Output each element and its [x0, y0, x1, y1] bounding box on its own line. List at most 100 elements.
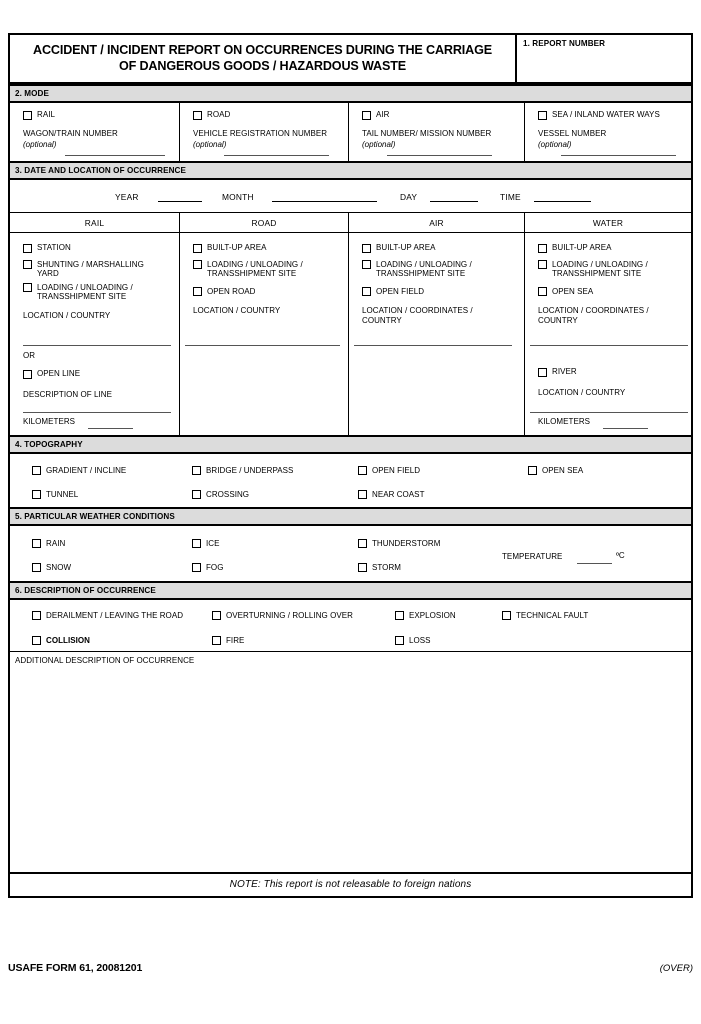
- occurrence-derailment[interactable]: DERAILMENT / LEAVING THE ROAD: [32, 611, 183, 621]
- checkbox-icon[interactable]: [538, 260, 547, 270]
- checkbox-icon[interactable]: [192, 539, 201, 549]
- topography-open-sea[interactable]: OPEN SEA: [528, 466, 583, 476]
- mode-checkbox-road[interactable]: ROAD: [193, 110, 340, 120]
- weather-snow[interactable]: SNOW: [32, 563, 71, 573]
- rail-description-input[interactable]: [23, 412, 171, 414]
- occurrence-explosion[interactable]: EXPLOSION: [395, 611, 456, 621]
- air-option-built-up-area[interactable]: BUILT-UP AREA: [362, 243, 515, 253]
- topography-open-field[interactable]: OPEN FIELD: [358, 466, 420, 476]
- location-column-air: BUILT-UP AREA LOADING / UNLOADING / TRAN…: [349, 233, 525, 436]
- checkbox-icon[interactable]: [538, 243, 547, 253]
- mode-input-road[interactable]: [224, 155, 329, 157]
- air-location-input[interactable]: [354, 345, 512, 347]
- checkbox-icon[interactable]: [32, 636, 41, 646]
- checkbox-icon[interactable]: [362, 243, 371, 253]
- rail-kilometers-input[interactable]: [88, 428, 133, 430]
- checkbox-icon[interactable]: [193, 287, 202, 297]
- weather-rain[interactable]: RAIN: [32, 539, 65, 549]
- checkbox-icon[interactable]: [23, 283, 32, 293]
- checkbox-icon[interactable]: [362, 260, 371, 270]
- checkbox-icon[interactable]: [538, 110, 547, 120]
- topography-near-coast[interactable]: NEAR COAST: [358, 490, 425, 500]
- air-option-label: LOADING / UNLOADING / TRANSSHIPMENT SITE: [376, 259, 472, 279]
- checkbox-icon[interactable]: [502, 611, 511, 621]
- mode-checkbox-air[interactable]: AIR: [362, 110, 516, 120]
- checkbox-icon[interactable]: [538, 287, 547, 297]
- rail-location-input[interactable]: [23, 345, 171, 347]
- checkbox-icon[interactable]: [362, 287, 371, 297]
- road-option-built-up-area[interactable]: BUILT-UP AREA: [193, 243, 339, 253]
- day-label: DAY: [400, 192, 418, 203]
- checkbox-icon[interactable]: [358, 490, 367, 500]
- checkbox-icon[interactable]: [212, 611, 221, 621]
- water-location-input[interactable]: [530, 345, 688, 347]
- checkbox-icon[interactable]: [395, 636, 404, 646]
- rail-option-shunting-yard[interactable]: SHUNTING / MARSHALLING YARD: [23, 260, 170, 279]
- air-option-open-field[interactable]: OPEN FIELD: [362, 287, 515, 297]
- checkbox-icon[interactable]: [193, 260, 202, 270]
- rail-option-station[interactable]: STATION: [23, 243, 170, 253]
- air-option-loading-site[interactable]: LOADING / UNLOADING / TRANSSHIPMENT SITE: [362, 260, 515, 279]
- occurrence-technical-fault[interactable]: TECHNICAL FAULT: [502, 611, 588, 621]
- checkbox-icon[interactable]: [32, 611, 41, 621]
- weather-thunderstorm[interactable]: THUNDERSTORM: [358, 539, 440, 549]
- checkbox-icon[interactable]: [193, 110, 202, 120]
- checkbox-icon[interactable]: [358, 563, 367, 573]
- road-option-open-road[interactable]: OPEN ROAD: [193, 287, 339, 297]
- topography-tunnel[interactable]: TUNNEL: [32, 490, 78, 500]
- water-option-loading-site[interactable]: LOADING / UNLOADING / TRANSSHIPMENT SITE: [538, 260, 682, 279]
- checkbox-icon[interactable]: [32, 490, 41, 500]
- checkbox-icon[interactable]: [32, 539, 41, 549]
- additional-description-area[interactable]: ADDITIONAL DESCRIPTION OF OCCURRENCE: [10, 652, 691, 875]
- road-location-input[interactable]: [185, 345, 340, 347]
- weather-storm[interactable]: STORM: [358, 563, 401, 573]
- year-input[interactable]: [158, 201, 202, 203]
- additional-description-input[interactable]: [15, 670, 686, 868]
- checkbox-icon[interactable]: [23, 243, 32, 253]
- checkbox-icon[interactable]: [212, 636, 221, 646]
- topography-gradient-incline[interactable]: GRADIENT / INCLINE: [32, 466, 126, 476]
- occurrence-loss[interactable]: LOSS: [395, 636, 431, 646]
- report-number-value[interactable]: [523, 48, 685, 70]
- checkbox-icon[interactable]: [23, 110, 32, 120]
- checkbox-icon[interactable]: [192, 563, 201, 573]
- month-input[interactable]: [272, 201, 377, 203]
- checkbox-icon[interactable]: [362, 110, 371, 120]
- occurrence-overturning[interactable]: OVERTURNING / ROLLING OVER: [212, 611, 353, 621]
- checkbox-icon[interactable]: [32, 466, 41, 476]
- rail-option-loading-site[interactable]: LOADING / UNLOADING / TRANSSHIPMENT SITE: [23, 283, 170, 302]
- water-option-river[interactable]: RIVER: [538, 367, 577, 377]
- checkbox-icon[interactable]: [395, 611, 404, 621]
- water-option-open-sea[interactable]: OPEN SEA: [538, 287, 682, 297]
- weather-ice[interactable]: ICE: [192, 539, 220, 549]
- checkbox-icon[interactable]: [358, 466, 367, 476]
- checkbox-icon[interactable]: [32, 563, 41, 573]
- checkbox-icon[interactable]: [23, 369, 32, 379]
- checkbox-icon[interactable]: [358, 539, 367, 549]
- checkbox-icon[interactable]: [192, 466, 201, 476]
- checkbox-icon[interactable]: [192, 490, 201, 500]
- occurrence-collision[interactable]: COLLISION: [32, 636, 90, 646]
- checkbox-icon[interactable]: [23, 260, 32, 270]
- road-option-loading-site[interactable]: LOADING / UNLOADING / TRANSSHIPMENT SITE: [193, 260, 339, 279]
- water-option-built-up-area[interactable]: BUILT-UP AREA: [538, 243, 682, 253]
- time-input[interactable]: [534, 201, 591, 203]
- day-input[interactable]: [430, 201, 478, 203]
- weather-fog[interactable]: FOG: [192, 563, 223, 573]
- water-kilometers-input[interactable]: [603, 428, 648, 430]
- water-river-location-input[interactable]: [530, 412, 688, 414]
- topography-crossing[interactable]: CROSSING: [192, 490, 249, 500]
- mode-input-sea[interactable]: [561, 155, 676, 157]
- topography-bridge-underpass[interactable]: BRIDGE / UNDERPASS: [192, 466, 293, 476]
- mode-input-air[interactable]: [387, 155, 492, 157]
- checkbox-icon[interactable]: [193, 243, 202, 253]
- occurrence-fire[interactable]: FIRE: [212, 636, 244, 646]
- mode-checkbox-sea[interactable]: SEA / INLAND WATER WAYS: [538, 110, 683, 120]
- checkbox-icon[interactable]: [538, 367, 547, 377]
- mode-input-rail[interactable]: [65, 155, 165, 157]
- checkbox-icon[interactable]: [528, 466, 537, 476]
- rail-option-open-line[interactable]: OPEN LINE: [23, 369, 80, 379]
- mode-checkbox-rail[interactable]: RAIL: [23, 110, 171, 120]
- temperature-input[interactable]: [577, 563, 612, 565]
- report-number-cell[interactable]: 1. REPORT NUMBER: [517, 35, 691, 82]
